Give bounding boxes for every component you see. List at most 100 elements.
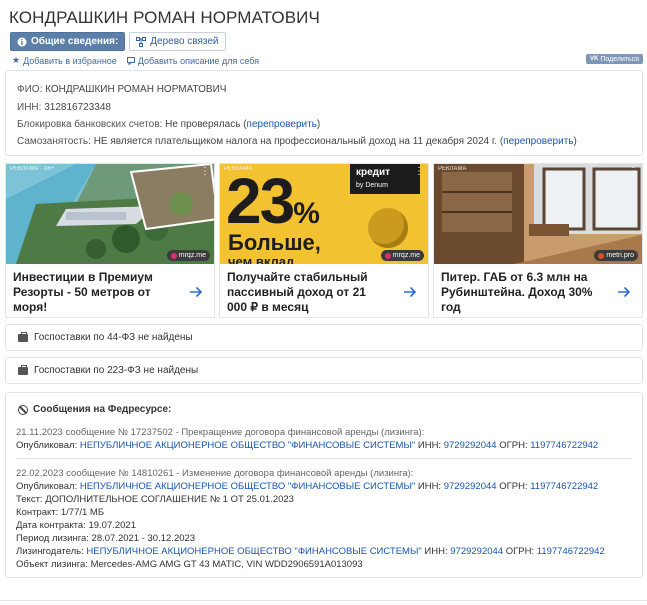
tree-icon — [136, 36, 147, 47]
ad-card-passive-income[interactable]: 23% Больше, чем вклад кредит by Denum РЕ… — [219, 163, 429, 318]
publisher-ogrn-link[interactable]: 1197746722942 — [530, 481, 598, 492]
ogrn-label: ОГРН: — [499, 440, 528, 451]
fedresurs-header: Сообщения на Федресурсе: — [18, 404, 171, 415]
ban-icon — [18, 404, 28, 415]
fedresurs-message: 22.02.2023 сообщение № 14810261 - Измене… — [16, 467, 632, 571]
publisher-inn-link[interactable]: 9729292044 — [444, 481, 497, 492]
ad-big-digits: 23 — [226, 165, 295, 237]
ogrn-label: ОГРН: — [499, 481, 528, 492]
inn-label: ИНН: — [417, 440, 442, 451]
ad-source-badge: metri.pro — [594, 250, 638, 261]
tab-general-info[interactable]: Общие сведения: — [10, 32, 126, 51]
message-publisher: Опубликовал: НЕПУБЛИЧНОЕ АКЦИОНЕРНОЕ ОБЩ… — [16, 480, 632, 493]
add-favorite-label: Добавить в избранное — [23, 55, 117, 66]
inn-label: ИНН: — [417, 481, 442, 492]
tab-relations-tree[interactable]: Дерево связей — [129, 32, 226, 51]
ad-brand-sub: by Denum — [356, 182, 388, 189]
publisher-inn-link[interactable]: 9729292044 — [444, 440, 497, 451]
divider — [0, 600, 647, 601]
page-title: КОНДРАШКИН РОМАН НОРМАТОВИЧ — [9, 8, 320, 27]
coin-icon — [368, 208, 408, 248]
gos-44-text: Госпоставки по 44-ФЗ не найдены — [34, 332, 193, 343]
message-object: Объект лизинга: Mercedes-AMG AMG GT 43 M… — [16, 559, 363, 570]
sub-actions: ★ Добавить в избранное Добавить описание… — [12, 55, 259, 66]
star-icon: ★ — [12, 55, 21, 65]
tab-general-info-label: Общие сведения: — [31, 36, 119, 47]
ad-source-label: metri.pro — [606, 252, 634, 259]
ad-text: Питер. ГАБ от 6.3 млн на Рубинштейна. До… — [441, 270, 593, 314]
message-publisher: Опубликовал: НЕПУБЛИЧНОЕ АКЦИОНЕРНОЕ ОБЩ… — [16, 439, 632, 452]
add-favorite-link[interactable]: ★ Добавить в избранное — [12, 55, 117, 66]
arrow-right-icon[interactable] — [402, 284, 418, 300]
message-period: Период лизинга: 28.07.2021 - 30.12.2023 — [16, 533, 196, 544]
lessor-label: Лизингодатель: — [16, 546, 84, 557]
ad-card-apartment[interactable]: РЕКЛАМА ⋮ metri.pro Питер. ГАБ от 6.3 мл… — [433, 163, 643, 318]
fedresurs-title: Сообщения на Федресурсе: — [33, 404, 172, 415]
add-description-label: Добавить описание для себя — [137, 55, 260, 66]
fio-row: ФИО: КОНДРАШКИН РОМАН НОРМАТОВИЧ — [17, 85, 226, 95]
more-icon[interactable]: ⋮ — [200, 166, 210, 177]
share-button[interactable]: VK Поделиться — [586, 54, 643, 64]
message-lessor: Лизингодатель: НЕПУБЛИЧНОЕ АКЦИОНЕРНОЕ О… — [16, 545, 632, 558]
fio-value: КОНДРАШКИН РОМАН НОРМАТОВИЧ — [45, 84, 227, 95]
publisher-org-link[interactable]: НЕПУБЛИЧНОЕ АКЦИОНЕРНОЕ ОБЩЕСТВО "ФИНАНС… — [80, 440, 415, 451]
ad-source-label: mrqz.me — [392, 252, 420, 259]
message-text: Текст: ДОПОЛНИТЕЛЬНОЕ СОГЛАШЕНИЕ № 1 ОТ … — [16, 494, 294, 505]
ad-subtitle: Больше, — [228, 230, 321, 255]
fio-label: ФИО: — [17, 84, 43, 95]
ad-text: Инвестиции в Премиум Резорты - 50 метров… — [13, 270, 153, 314]
ad-source-label: mrqz.me — [178, 252, 206, 259]
fedresurs-message: 21.11.2023 сообщение № 17237502 - Прекра… — [16, 426, 632, 459]
info-icon — [17, 37, 27, 47]
source-dot-icon — [170, 252, 177, 259]
self-employed-label: Самозанятость: — [17, 136, 91, 147]
bank-block-value: Не проверялась — [165, 119, 241, 130]
comment-icon — [126, 56, 135, 65]
ad-card-resort[interactable]: РЕКЛАМА · 16+ ⋮ mrqz.me Инвестиции в Пре… — [5, 163, 215, 318]
briefcase-icon — [18, 331, 28, 342]
ad-label: РЕКЛАМА — [224, 166, 253, 172]
message-contract: Контракт: 1/77/1 МБ — [16, 507, 105, 518]
publisher-org-link[interactable]: НЕПУБЛИЧНОЕ АКЦИОНЕРНОЕ ОБЩЕСТВО "ФИНАНС… — [80, 481, 415, 492]
lessor-ogrn-link[interactable]: 1197746722942 — [537, 546, 605, 557]
ad-image-resort — [6, 164, 214, 264]
ad-image-income: 23% Больше, чем вклад кредит by Denum — [220, 164, 428, 264]
share-label: Поделиться — [600, 55, 639, 63]
source-dot-icon — [598, 252, 605, 259]
publisher-ogrn-link[interactable]: 1197746722942 — [530, 440, 598, 451]
ad-brand: кредит by Denum — [350, 164, 420, 194]
more-icon[interactable]: ⋮ — [414, 166, 424, 177]
inn-row: ИНН: 312816723348 — [17, 103, 111, 113]
recheck-self-employed-link[interactable]: перепроверить — [503, 136, 573, 147]
ad-block: РЕКЛАМА · 16+ ⋮ mrqz.me Инвестиции в Пре… — [5, 163, 643, 318]
gos-223-card: Госпоставки по 223-ФЗ не найдены — [5, 357, 643, 384]
ad-label: РЕКЛАМА — [438, 166, 467, 172]
info-card: ФИО: КОНДРАШКИН РОМАН НОРМАТОВИЧ ИНН: 31… — [5, 70, 643, 156]
briefcase-icon — [18, 364, 28, 375]
ad-percent: % — [293, 197, 320, 230]
self-employed-row: Самозанятость: НЕ является плательщиком … — [17, 136, 577, 147]
add-description-link[interactable]: Добавить описание для себя — [126, 55, 260, 66]
more-icon[interactable]: ⋮ — [628, 166, 638, 177]
ad-label: РЕКЛАМА · 16+ — [10, 166, 54, 172]
source-dot-icon — [384, 252, 391, 259]
ad-source-badge: mrqz.me — [380, 250, 424, 261]
bank-block-label: Блокировка банковских счетов: — [17, 119, 163, 130]
arrow-right-icon[interactable] — [616, 284, 632, 300]
lessor-inn-link[interactable]: 9729292044 — [450, 546, 503, 557]
gos-44-card: Госпоставки по 44-ФЗ не найдены — [5, 324, 643, 351]
ad-subtitle-2: чем вклад — [228, 254, 295, 264]
inn-label: ИНН: — [17, 102, 42, 113]
lessor-org-link[interactable]: НЕПУБЛИЧНОЕ АКЦИОНЕРНОЕ ОБЩЕСТВО "ФИНАНС… — [86, 546, 421, 557]
arrow-right-icon[interactable] — [188, 284, 204, 300]
message-contract-date: Дата контракта: 19.07.2021 — [16, 520, 137, 531]
inn-value: 312816723348 — [44, 102, 111, 113]
fedresurs-card: Сообщения на Федресурсе: 21.11.2023 сооб… — [5, 392, 643, 578]
recheck-bank-link[interactable]: перепроверить — [247, 119, 317, 130]
ad-brand-name: кредит — [356, 167, 391, 178]
publisher-label: Опубликовал: — [16, 481, 78, 492]
tab-bar: Общие сведения: Дерево связей — [10, 32, 226, 51]
gos-223-text: Госпоставки по 223-ФЗ не найдены — [34, 365, 199, 376]
ad-source-badge: mrqz.me — [166, 250, 210, 261]
ad-image-apartment — [434, 164, 642, 264]
